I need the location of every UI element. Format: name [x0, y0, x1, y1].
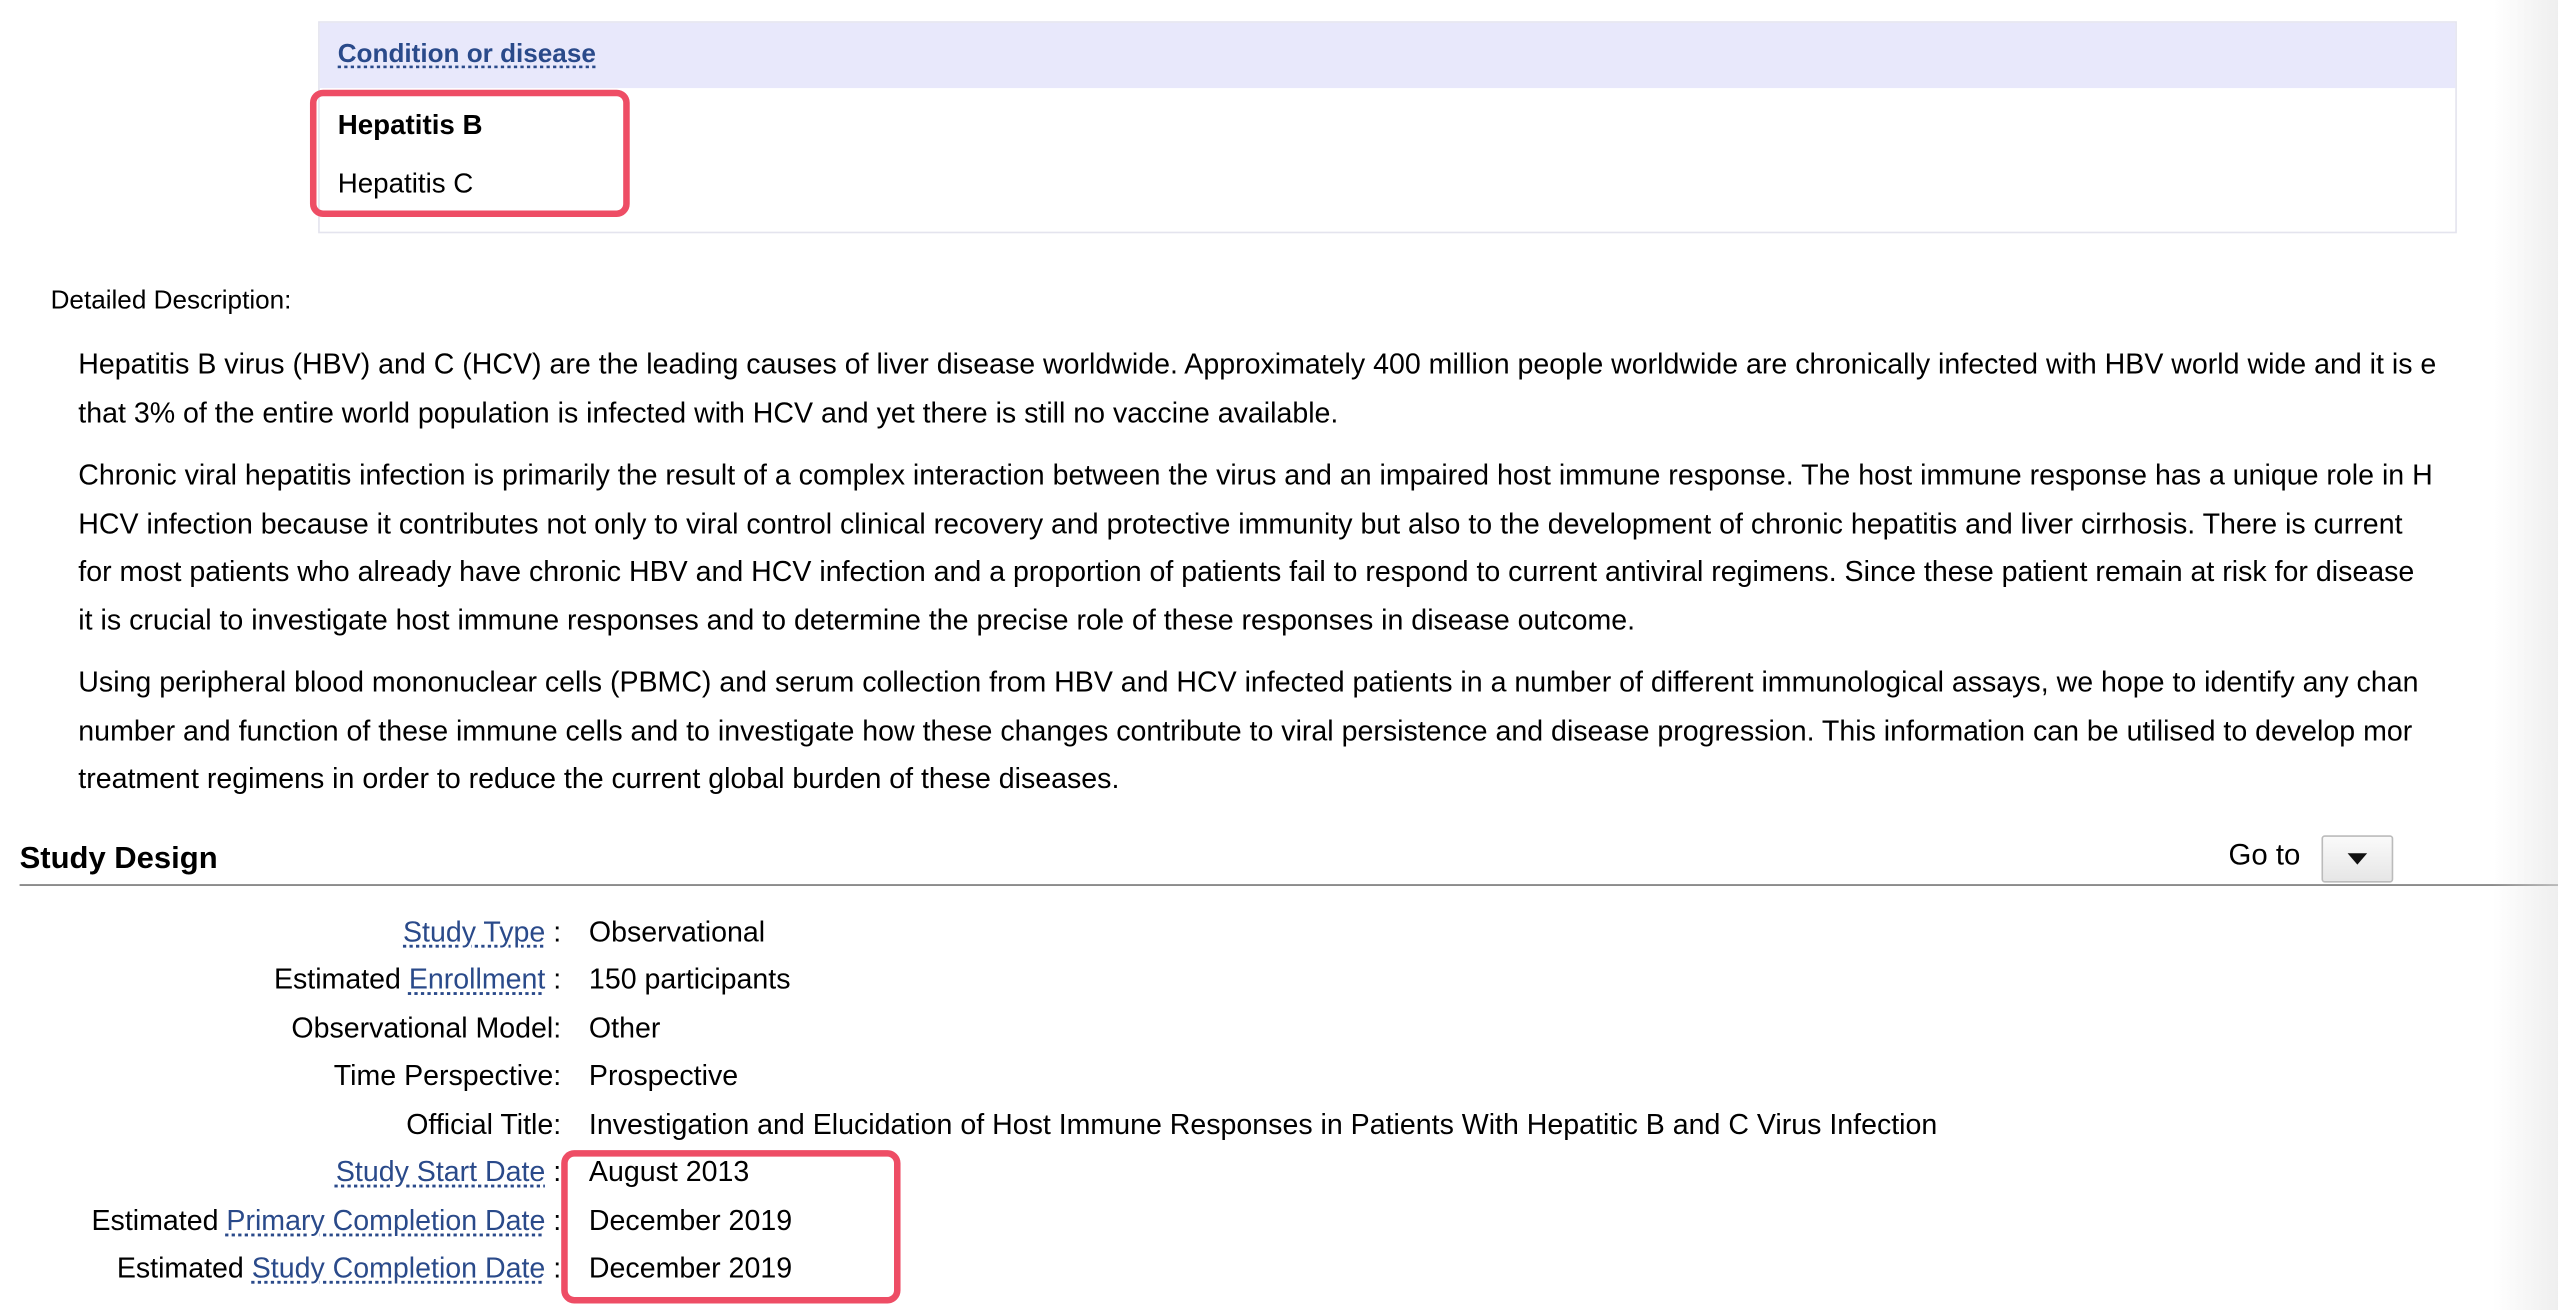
description-line: that 3% of the entire world population i…: [78, 395, 1339, 429]
row-label-suffix: :: [545, 1203, 562, 1237]
description-line: for most patients who already have chron…: [78, 554, 2415, 588]
description-line: Using peripheral blood mononuclear cells…: [78, 665, 2419, 699]
design-row-time-perspective: Time Perspective: Prospective: [0, 1059, 2558, 1101]
description-line: HCV infection because it contributes not…: [78, 506, 2403, 540]
section-divider: [19, 884, 2558, 886]
row-label-prefix: Estimated: [116, 1251, 252, 1284]
study-start-date-link[interactable]: Study Start Date: [336, 1155, 545, 1188]
primary-completion-date-link[interactable]: Primary Completion Date: [226, 1204, 545, 1237]
description-paragraph: Hepatitis B virus (HBV) and C (HCV) are …: [78, 341, 2558, 437]
row-label-suffix: :: [545, 915, 562, 948]
caret-down-icon: [2347, 853, 2368, 865]
condition-header-link[interactable]: Condition or disease: [338, 41, 596, 70]
design-row-study-start-date: Study Start Date : August 2013: [0, 1155, 2558, 1197]
page-edge-shadow: [2492, 0, 2558, 1310]
highlight-box-dates: [561, 1150, 901, 1304]
description-line: treatment regimens in order to reduce th…: [78, 761, 1120, 795]
row-label-prefix: Time Perspective:: [333, 1058, 562, 1092]
goto-label: Go to: [2228, 838, 2301, 872]
design-row-observational-model: Observational Model: Other: [0, 1011, 2558, 1053]
description-line: number and function of these immune cell…: [78, 713, 2413, 747]
conditions-table: Condition or disease Hepatitis B Hepatit…: [318, 21, 2457, 234]
description-paragraph: Using peripheral blood mononuclear cells…: [78, 659, 2558, 803]
design-row-study-completion-date: Estimated Study Completion Date : Decemb…: [0, 1251, 2558, 1293]
detailed-description-label: Detailed Description:: [50, 287, 292, 315]
design-row-official-title: Official Title: Investigation and Elucid…: [0, 1108, 2558, 1150]
description-paragraph: Chronic viral hepatitis infection is pri…: [78, 452, 2558, 645]
row-label-prefix: Estimated: [91, 1203, 227, 1237]
design-row-primary-completion-date: Estimated Primary Completion Date : Dece…: [0, 1204, 2558, 1246]
highlight-box-conditions: [309, 89, 630, 217]
row-label-suffix: :: [545, 962, 562, 996]
row-label-prefix: Estimated: [273, 962, 409, 996]
row-label-suffix: :: [545, 1251, 562, 1284]
study-design-title: Study Design: [19, 841, 218, 877]
design-row-study-type: Study Type : Observational: [0, 915, 2558, 957]
observational-model-value: Other: [588, 1011, 661, 1045]
description-line: it is crucial to investigate host immune…: [78, 602, 1636, 636]
study-completion-date-link[interactable]: Study Completion Date: [252, 1251, 546, 1284]
study-type-link[interactable]: Study Type: [403, 915, 545, 948]
conditions-header: Condition or disease: [319, 22, 2456, 89]
row-label-prefix: Observational Model:: [291, 1011, 562, 1045]
study-type-value: Observational: [588, 915, 766, 948]
description-line: Hepatitis B virus (HBV) and C (HCV) are …: [78, 347, 2437, 381]
design-row-enrollment: Estimated Enrollment : 150 participants: [0, 963, 2558, 1005]
time-perspective-value: Prospective: [588, 1058, 739, 1092]
enrollment-link[interactable]: Enrollment: [409, 963, 545, 996]
enrollment-value: 150 participants: [588, 962, 791, 996]
row-label-prefix: Official Title:: [406, 1107, 562, 1141]
goto-dropdown-button[interactable]: [2321, 835, 2394, 883]
row-label-suffix: :: [545, 1155, 562, 1188]
official-title-value: Investigation and Elucidation of Host Im…: [588, 1107, 1938, 1141]
description-line: Chronic viral hepatitis infection is pri…: [78, 458, 2433, 492]
